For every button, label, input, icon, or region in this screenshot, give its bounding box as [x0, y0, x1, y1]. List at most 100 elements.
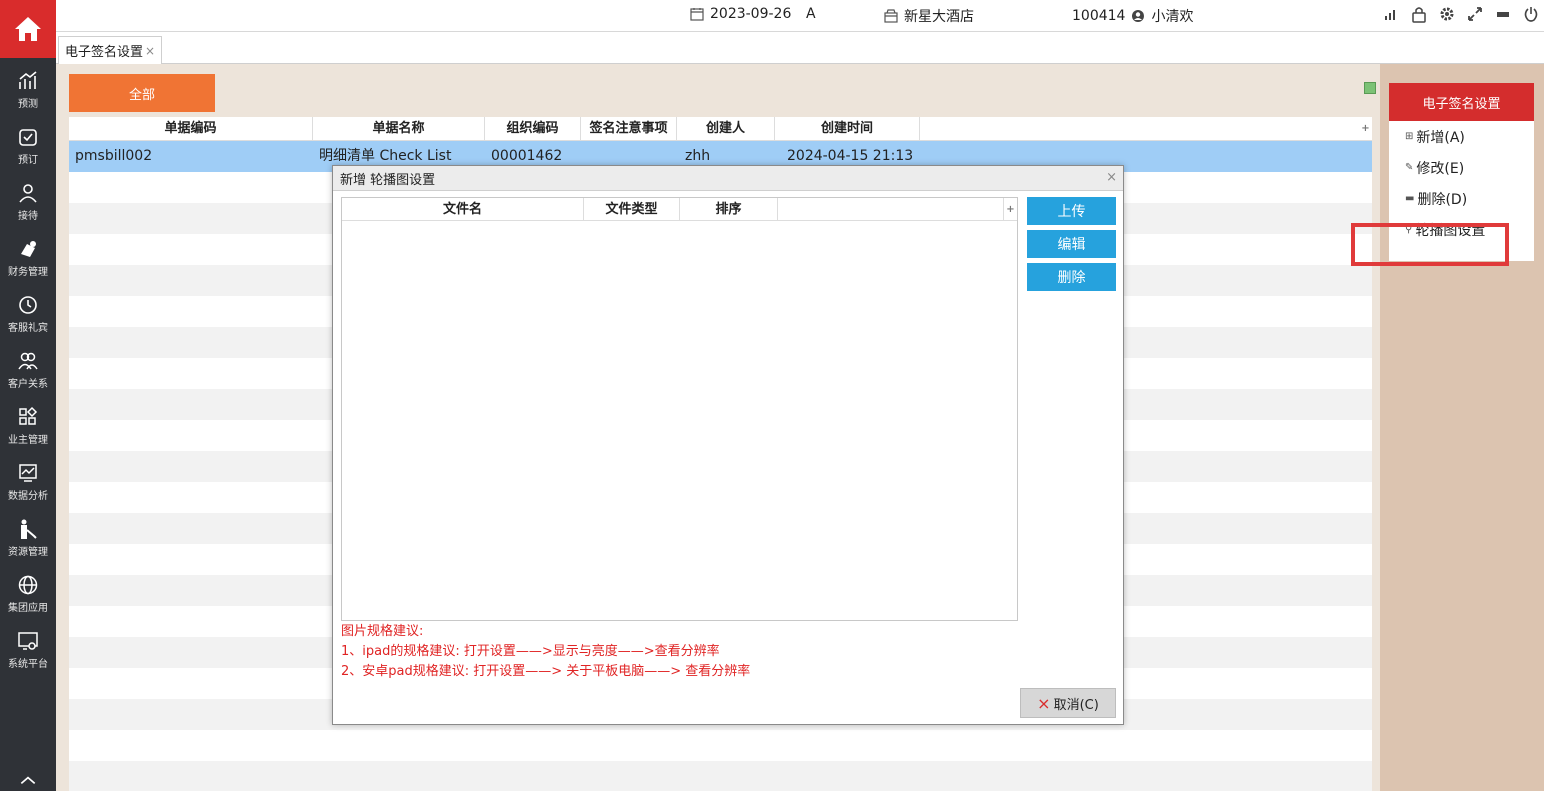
- delete-label: 删除(D): [1417, 191, 1468, 208]
- home-icon: [15, 17, 41, 41]
- delete-file-button[interactable]: 删除: [1027, 263, 1116, 291]
- hotel-icon: [884, 9, 898, 23]
- sidebar-label: 客户关系: [8, 379, 48, 390]
- edit-icon: ✎: [1405, 162, 1414, 173]
- shift-text: A: [806, 6, 816, 22]
- column-header[interactable]: 组织编码: [485, 117, 581, 141]
- notes-heading: 图片规格建议:: [341, 624, 424, 639]
- column-header[interactable]: 文件名: [342, 198, 584, 221]
- column-header[interactable]: 文件类型: [584, 198, 680, 221]
- sidebar-item-customers[interactable]: 客户关系: [0, 342, 56, 398]
- user-id: 100414: [1072, 8, 1126, 24]
- hotel-selector[interactable]: 新星大酒店: [884, 6, 974, 26]
- sidebar-label: 财务管理: [8, 267, 48, 278]
- analytics-icon: [19, 464, 37, 482]
- signal-icon[interactable]: [1382, 5, 1400, 23]
- sidebar-label: 业主管理: [8, 435, 48, 446]
- sidebar-item-owner[interactable]: 业主管理: [0, 398, 56, 454]
- owner-icon: [19, 406, 38, 425]
- add-button[interactable]: ⊞ 新增(A): [1389, 121, 1534, 152]
- sidebar-label: 数据分析: [8, 491, 48, 502]
- tab-esign-settings[interactable]: 电子签名设置 ×: [58, 36, 163, 64]
- sidebar-label: 预订: [18, 155, 38, 166]
- edit-file-button[interactable]: 编辑: [1027, 230, 1116, 258]
- top-toolbar: [1382, 5, 1540, 23]
- tab-bar: 电子签名设置 ×: [56, 32, 1544, 64]
- empty-row: [69, 730, 1372, 761]
- column-chooser-icon[interactable]: +: [1004, 198, 1017, 221]
- empty-row: [69, 761, 1372, 791]
- trash-icon: ▬: [1405, 193, 1415, 204]
- dialog-title-bar[interactable]: 新增 轮播图设置 ×: [333, 166, 1123, 191]
- column-header[interactable]: 单据编码: [69, 117, 313, 141]
- sidebar-item-concierge[interactable]: 客服礼宾: [0, 286, 56, 342]
- export-icon[interactable]: [1364, 82, 1376, 94]
- user-icon: [1132, 10, 1145, 22]
- forecast-icon: [19, 71, 37, 89]
- sidebar-item-resource[interactable]: 资源管理: [0, 510, 56, 566]
- notes-line-android: 2、安卓pad规格建议: 打开设置——> 关于平板电脑——> 查看分辨率: [341, 664, 751, 679]
- sidebar-label: 接待: [18, 211, 38, 222]
- sidebar-item-booking[interactable]: 预订: [0, 118, 56, 174]
- cell-code: pmsbill002: [75, 148, 153, 164]
- sidebar-label: 系统平台: [8, 659, 48, 670]
- sidebar-item-finance[interactable]: 财务管理: [0, 230, 56, 286]
- user-name: 小清欢: [1151, 9, 1194, 25]
- sidebar-item-system[interactable]: 系统平台: [0, 622, 56, 678]
- gear-icon[interactable]: [1438, 5, 1456, 23]
- add-label: 新增(A): [1416, 129, 1465, 146]
- cancel-button[interactable]: × 取消(C): [1020, 688, 1116, 718]
- column-header[interactable]: 创建时间: [775, 117, 920, 141]
- fullscreen-icon[interactable]: [1466, 5, 1484, 23]
- tab-label: 电子签名设置: [65, 45, 144, 60]
- booking-icon: [19, 129, 37, 146]
- column-header[interactable]: 签名注意事项: [581, 117, 677, 141]
- concierge-icon: [19, 296, 37, 314]
- column-header[interactable]: 单据名称: [313, 117, 485, 141]
- column-header[interactable]: 创建人: [677, 117, 775, 141]
- plus-box-icon: ⊞: [1405, 131, 1414, 142]
- finance-icon: [21, 241, 36, 257]
- resource-icon: [21, 519, 37, 539]
- minimize-icon[interactable]: [1494, 5, 1512, 23]
- delete-button[interactable]: ▬ 删除(D): [1389, 183, 1534, 214]
- dialog-close-icon[interactable]: ×: [1106, 170, 1117, 185]
- right-panel: 电子签名设置 ⊞ 新增(A) ✎ 修改(E) ▬ 删除(D) ⚲ 轮播图设置: [1380, 64, 1544, 791]
- grid-header: 单据编码 单据名称 组织编码 签名注意事项 创建人 创建时间 +: [69, 117, 1372, 141]
- sidebar-item-group[interactable]: 集团应用: [0, 566, 56, 622]
- sidebar-bottom-item[interactable]: [0, 770, 56, 791]
- notes-line-ipad: 1、ipad的规格建议: 打开设置——>显示与亮度——>查看分辨率: [341, 644, 720, 659]
- power-icon[interactable]: [1522, 5, 1540, 23]
- file-grid: 文件名 文件类型 排序 +: [341, 197, 1018, 621]
- image-spec-notes: 图片规格建议: 1、ipad的规格建议: 打开设置——>显示与亮度——>查看分辨…: [341, 622, 750, 682]
- sidebar-item-reception[interactable]: 接待: [0, 174, 56, 230]
- customers-icon: [18, 352, 38, 370]
- sidebar-item-analytics[interactable]: 数据分析: [0, 454, 56, 510]
- lock-icon[interactable]: [1410, 5, 1428, 23]
- upload-button[interactable]: 上传: [1027, 197, 1116, 225]
- top-bar: 2023-09-26 A 新星大酒店 100414 小清欢: [56, 0, 1544, 32]
- sidebar-label: 资源管理: [8, 547, 48, 558]
- column-header[interactable]: 排序: [680, 198, 778, 221]
- sidebar-item-forecast[interactable]: 预测: [0, 62, 56, 118]
- business-date: 2023-09-26: [690, 6, 791, 22]
- system-icon: [18, 632, 38, 650]
- action-menu-title: 电子签名设置: [1389, 83, 1534, 121]
- column-chooser-icon[interactable]: +: [1359, 117, 1372, 141]
- sidebar-label: 预测: [18, 99, 38, 110]
- carousel-settings-dialog: 新增 轮播图设置 × 文件名 文件类型 排序 + 上传 编辑 删除 图片规格建议…: [332, 165, 1124, 725]
- logout-icon: [20, 776, 36, 785]
- edit-label: 修改(E): [1416, 160, 1465, 177]
- calendar-icon: [690, 8, 704, 21]
- tab-close-icon[interactable]: ×: [145, 44, 155, 58]
- hotel-name: 新星大酒店: [904, 9, 974, 25]
- home-button[interactable]: [0, 0, 56, 58]
- user-info[interactable]: 100414 小清欢: [1072, 6, 1193, 26]
- reception-icon: [19, 184, 37, 203]
- dialog-title: 新增 轮播图设置: [340, 172, 436, 188]
- date-text: 2023-09-26: [710, 6, 792, 22]
- close-icon: ×: [1037, 693, 1051, 713]
- sidebar-label: 客服礼宾: [8, 323, 48, 334]
- all-filter-button[interactable]: 全部: [69, 74, 215, 112]
- edit-button[interactable]: ✎ 修改(E): [1389, 152, 1534, 183]
